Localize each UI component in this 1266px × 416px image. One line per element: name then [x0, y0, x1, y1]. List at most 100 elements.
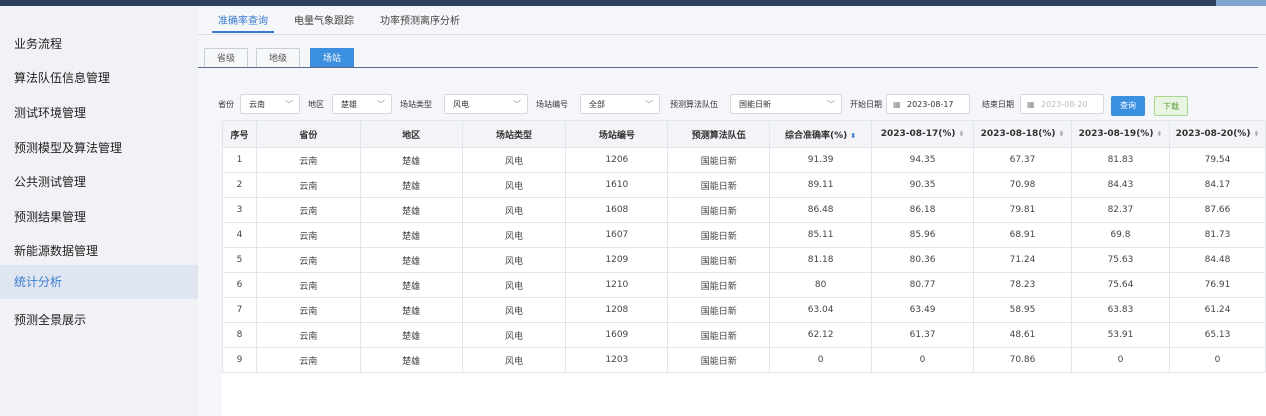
sort-icon[interactable]: ⬍ — [1058, 130, 1064, 138]
table-row: 5 云南 楚雄 风电 1209 国能日新 81.18 80.36 71.24 75.63 84.48 — [222, 247, 1266, 273]
chevron-down-icon: ﹀ — [285, 100, 293, 109]
sort-icon[interactable]: ⬍ — [850, 132, 856, 140]
province-select[interactable]: 云南 ﹀ — [240, 94, 300, 114]
cell-overall-accuracy: 89.11 — [769, 172, 873, 198]
sidebar: 业务流程 算法队伍信息管理 测试环境管理 预测模型及算法管理 公共测试管理 预测… — [0, 6, 198, 416]
header-date-0820[interactable]: 2023-08-20(%) ⬍ — [1168, 120, 1266, 148]
cell-date-0817: 85.96 — [871, 222, 975, 248]
cell-region: 楚雄 — [359, 347, 463, 373]
download-button[interactable]: 下载 — [1154, 96, 1188, 116]
cell-date-0819: 81.83 — [1070, 147, 1170, 173]
cell-station-code: 1610 — [565, 172, 669, 198]
level-tabs: 省级 地级 场站 — [198, 42, 1266, 68]
cell-date-0817: 0 — [871, 347, 975, 373]
table-row: 1 云南 楚雄 风电 1206 国能日新 91.39 94.35 67.37 81.83 79.54 — [222, 147, 1266, 173]
cell-region: 楚雄 — [359, 272, 463, 298]
tab-province-level[interactable]: 省级 — [204, 48, 248, 68]
sidebar-item-results[interactable]: 预测结果管理 — [0, 201, 198, 233]
start-date-input[interactable]: ▦ 2023-08-17 — [886, 94, 970, 114]
cell-station-type: 风电 — [461, 247, 567, 273]
cell-date-0817: 94.35 — [871, 147, 975, 173]
team-select[interactable]: 国能日新 ﹀ — [730, 94, 842, 114]
sidebar-item-models[interactable]: 预测模型及算法管理 — [0, 132, 198, 164]
cell-date-0818: 79.81 — [973, 197, 1072, 223]
cell-overall-accuracy: 81.18 — [769, 247, 873, 273]
station-type-select[interactable]: 风电 ﹀ — [444, 94, 528, 114]
end-date-input[interactable]: ▦ 2023-08-20 — [1020, 94, 1104, 114]
sidebar-item-algorithm-teams[interactable]: 算法队伍信息管理 — [0, 62, 198, 94]
main-tabs: 准确率查询 电量气象跟踪 功率预测离序分析 — [198, 6, 1266, 35]
cell-station-code: 1210 — [565, 272, 669, 298]
tab-power-forecast-analysis[interactable]: 功率预测离序分析 — [380, 12, 460, 27]
active-tab-underline — [212, 31, 274, 33]
cell-province: 云南 — [255, 297, 361, 323]
cell-date-0820: 81.73 — [1168, 222, 1266, 248]
sort-icon[interactable]: ⬍ — [1253, 130, 1259, 138]
cell-province: 云南 — [255, 197, 361, 223]
station-type-select-value: 风电 — [453, 100, 469, 109]
tab-power-weather-tracking[interactable]: 电量气象跟踪 — [294, 12, 354, 27]
tab-accuracy-query[interactable]: 准确率查询 — [218, 12, 268, 27]
cell-date-0819: 0 — [1070, 347, 1170, 373]
province-select-value: 云南 — [249, 100, 265, 109]
cell-date-0817: 80.36 — [871, 247, 975, 273]
cell-date-0820: 65.13 — [1168, 322, 1266, 348]
cell-date-0820: 76.91 — [1168, 272, 1266, 298]
cell-province: 云南 — [255, 272, 361, 298]
end-date-placeholder: 2023-08-20 — [1041, 100, 1088, 109]
province-label: 省份 — [218, 100, 234, 109]
results-table: 序号 省份 地区 场站类型 场站编号 预测算法队伍 综合准确率(%) ⬍ 2023… — [222, 120, 1266, 373]
filter-bar: 省份 云南 ﹀ 地区 楚雄 ﹀ 场站类型 风电 ﹀ 场站编号 全部 ﹀ 预测算法… — [198, 90, 1266, 120]
team-label: 预测算法队伍 — [670, 100, 718, 109]
header-overall-accuracy-label: 综合准确率(%) — [785, 130, 848, 141]
sidebar-item-public-test[interactable]: 公共测试管理 — [0, 166, 198, 198]
sort-icon[interactable]: ⬍ — [959, 130, 965, 138]
tab-station-level[interactable]: 场站 — [310, 48, 354, 68]
region-select[interactable]: 楚雄 ﹀ — [332, 94, 392, 114]
cell-team: 国能日新 — [667, 197, 771, 223]
sidebar-item-statistics[interactable]: 统计分析 — [0, 265, 198, 299]
query-button[interactable]: 查询 — [1111, 96, 1145, 116]
cell-overall-accuracy: 63.04 — [769, 297, 873, 323]
header-station-code: 场站编号 — [565, 120, 669, 148]
sidebar-item-panorama[interactable]: 预测全景展示 — [0, 304, 198, 336]
header-index: 序号 — [222, 120, 257, 148]
header-region: 地区 — [359, 120, 463, 148]
cell-station-type: 风电 — [461, 322, 567, 348]
header-station-type: 场站类型 — [461, 120, 567, 148]
table-row: 7 云南 楚雄 风电 1208 国能日新 63.04 63.49 58.95 63.83 61.24 — [222, 297, 1266, 323]
cell-date-0817: 63.49 — [871, 297, 975, 323]
cell-region: 楚雄 — [359, 297, 463, 323]
sidebar-item-test-env[interactable]: 测试环境管理 — [0, 97, 198, 129]
chevron-down-icon: ﹀ — [377, 100, 385, 109]
cell-date-0819: 82.37 — [1070, 197, 1170, 223]
cell-station-type: 风电 — [461, 147, 567, 173]
tab-city-level[interactable]: 地级 — [256, 48, 300, 68]
header-date-0817[interactable]: 2023-08-17(%) ⬍ — [871, 120, 975, 148]
cell-index: 1 — [222, 147, 257, 173]
sidebar-item-new-energy-data[interactable]: 新能源数据管理 — [0, 235, 198, 267]
cell-date-0820: 61.24 — [1168, 297, 1266, 323]
header-date-0817-label: 2023-08-17(%) — [880, 129, 956, 139]
sort-icon[interactable]: ⬍ — [1156, 130, 1162, 138]
table-row: 4 云南 楚雄 风电 1607 国能日新 85.11 85.96 68.91 69.8 81.73 — [222, 222, 1266, 248]
cell-station-type: 风电 — [461, 197, 567, 223]
cell-overall-accuracy: 85.11 — [769, 222, 873, 248]
header-date-0819[interactable]: 2023-08-19(%) ⬍ — [1070, 120, 1170, 148]
chevron-down-icon: ﹀ — [645, 100, 653, 109]
cell-date-0820: 79.54 — [1168, 147, 1266, 173]
cell-overall-accuracy: 80 — [769, 272, 873, 298]
cell-index: 2 — [222, 172, 257, 198]
cell-overall-accuracy: 0 — [769, 347, 873, 373]
header-overall-accuracy[interactable]: 综合准确率(%) ⬍ — [769, 120, 873, 148]
main-content: 准确率查询 电量气象跟踪 功率预测离序分析 省级 地级 场站 省份 云南 ﹀ 地… — [198, 6, 1266, 416]
cell-date-0819: 63.83 — [1070, 297, 1170, 323]
station-code-select[interactable]: 全部 ﹀ — [580, 94, 660, 114]
cell-station-type: 风电 — [461, 347, 567, 373]
cell-team: 国能日新 — [667, 172, 771, 198]
cell-station-code: 1206 — [565, 147, 669, 173]
sidebar-item-business-process[interactable]: 业务流程 — [0, 28, 198, 60]
header-date-0818[interactable]: 2023-08-18(%) ⬍ — [973, 120, 1072, 148]
cell-date-0820: 84.48 — [1168, 247, 1266, 273]
cell-team: 国能日新 — [667, 347, 771, 373]
